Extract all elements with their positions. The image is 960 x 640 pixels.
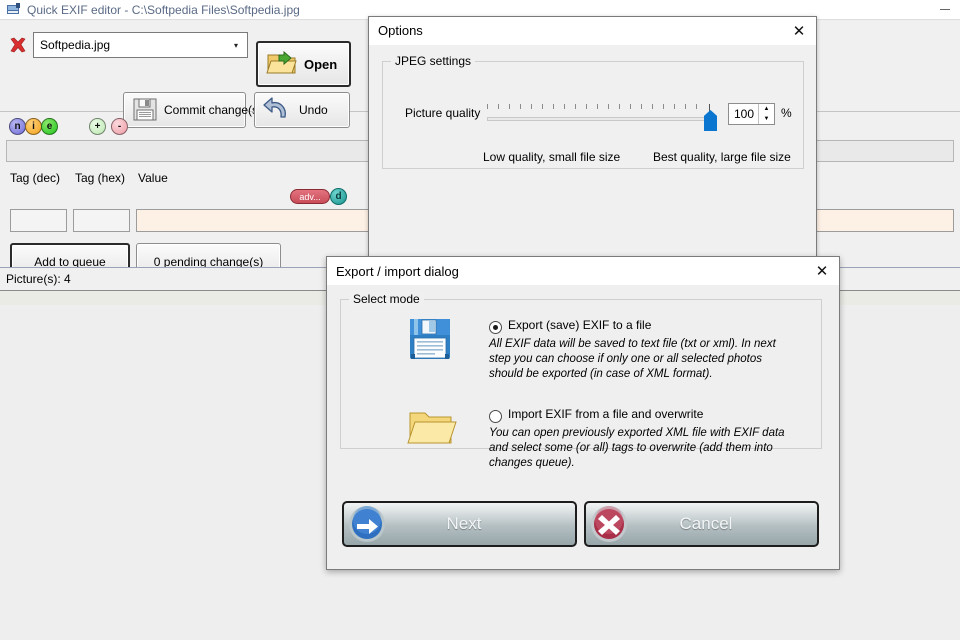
close-icon[interactable]: ✕ [805, 257, 839, 285]
select-mode-legend: Select mode [349, 292, 424, 306]
import-option-description: You can open previously exported XML fil… [489, 427, 785, 469]
file-combo-value: Softpedia.jpg [40, 38, 111, 52]
quality-value[interactable]: 100 [729, 107, 758, 121]
radio-import[interactable] [489, 410, 502, 423]
options-dialog: Options ✕ JPEG settings Picture quality … [368, 16, 817, 278]
adv-badge[interactable]: adv... [290, 189, 330, 204]
open-folder-icon [407, 406, 463, 456]
marker-i[interactable]: i [25, 118, 42, 135]
marker-n[interactable]: n [9, 118, 26, 135]
open-button[interactable]: Open [256, 41, 351, 87]
select-mode-group: Select mode Export (save) EXIF to a file… [340, 292, 822, 469]
quality-hint-low: Low quality, small file size [483, 150, 621, 164]
jpeg-settings-legend: JPEG settings [391, 54, 476, 68]
options-dialog-title: Options [378, 23, 423, 38]
export-option-label: Export (save) EXIF to a file [508, 318, 652, 332]
red-x-circle-icon [589, 504, 629, 544]
export-dialog-titlebar[interactable]: Export / import dialog ✕ [327, 257, 839, 285]
cancel-button-label: Cancel [679, 514, 733, 533]
next-button[interactable]: Next [342, 501, 577, 547]
import-option-label: Import EXIF from a file and overwrite [508, 407, 704, 421]
picture-quality-slider[interactable] [487, 104, 717, 134]
tag-hex-label: Tag (hex) [75, 171, 126, 185]
blue-arrow-right-icon [347, 504, 387, 544]
tag-dec-label: Tag (dec) [10, 171, 61, 185]
red-x-icon[interactable] [8, 35, 28, 55]
export-dialog-title: Export / import dialog [336, 263, 459, 279]
open-button-label: Open [304, 56, 338, 72]
options-dialog-titlebar[interactable]: Options ✕ [369, 17, 816, 45]
undo-button-label: Undo [299, 103, 328, 117]
percent-label: % [781, 106, 792, 120]
d-badge[interactable]: d [330, 188, 347, 205]
slider-ticks [487, 104, 717, 113]
jpeg-settings-group: JPEG settings Picture quality 100 ▲ ▼ % … [382, 54, 804, 169]
app-icon [6, 2, 21, 17]
main-window-title: Quick EXIF editor - C:\Softpedia Files\S… [27, 2, 300, 17]
minimize-button[interactable] [930, 0, 960, 20]
marker-remove[interactable]: - [111, 118, 128, 135]
export-option-description: All EXIF data will be saved to text file… [489, 338, 776, 380]
tag-value-label: Value [138, 171, 168, 185]
slider-track[interactable] [487, 117, 717, 121]
radio-export[interactable] [489, 321, 502, 334]
file-combo[interactable]: Softpedia.jpg ▾ [33, 32, 248, 58]
chevron-down-icon[interactable]: ▾ [225, 41, 247, 50]
quality-spinner[interactable]: 100 ▲ ▼ [728, 103, 775, 125]
picture-quality-label: Picture quality [405, 106, 481, 120]
quality-hint-high: Best quality, large file size [653, 150, 791, 164]
chevron-up-icon[interactable]: ▲ [759, 104, 774, 114]
tag-hex-input[interactable] [73, 209, 130, 232]
next-button-label: Next [446, 514, 482, 533]
marker-add[interactable]: + [89, 118, 106, 135]
status-text: Picture(s): 4 [6, 272, 71, 286]
tag-dec-input[interactable] [10, 209, 67, 232]
cancel-button[interactable]: Cancel [584, 501, 819, 547]
floppy-disk-icon [405, 316, 461, 366]
close-icon[interactable]: ✕ [782, 17, 816, 45]
slider-thumb[interactable] [704, 110, 717, 131]
chevron-down-icon[interactable]: ▼ [759, 114, 774, 124]
marker-e[interactable]: e [41, 118, 58, 135]
open-folder-icon [266, 49, 298, 80]
spinner-arrows[interactable]: ▲ ▼ [758, 104, 774, 124]
